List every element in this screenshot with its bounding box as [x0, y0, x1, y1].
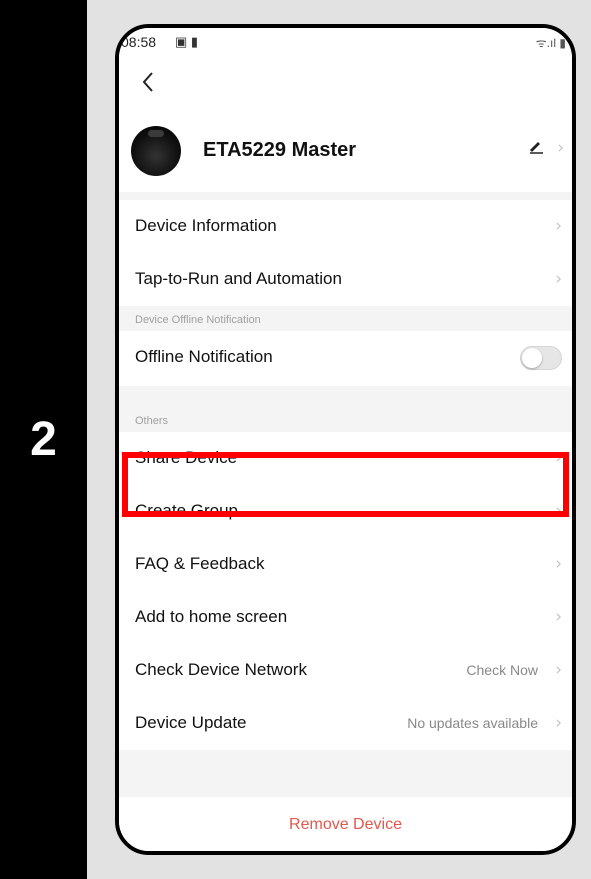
- faq-feedback-label: FAQ & Feedback: [135, 554, 265, 573]
- tap-to-run-row[interactable]: Tap-to-Run and Automation ›: [119, 253, 572, 306]
- faq-feedback-row[interactable]: FAQ & Feedback ›: [119, 538, 572, 591]
- check-network-label: Check Device Network: [135, 660, 307, 679]
- notification-icons: ▣ ▮: [175, 34, 199, 49]
- chevron-right-icon: ›: [555, 216, 562, 236]
- check-network-row[interactable]: Check Device Network Check Now ›: [119, 644, 572, 697]
- device-update-row[interactable]: Device Update No updates available ›: [119, 697, 572, 750]
- device-information-row[interactable]: Device Information ›: [119, 200, 572, 253]
- phone-screen: 08:58 ▣ ▮ ᯤ.ıl ▮ ETA5229 Master › Device…: [119, 28, 572, 851]
- add-home-screen-label: Add to home screen: [135, 607, 288, 626]
- offline-notification-label: Offline Notification: [135, 347, 273, 366]
- top-bar: [119, 62, 572, 116]
- tap-to-run-label: Tap-to-Run and Automation: [135, 269, 342, 288]
- edit-pencil-icon[interactable]: [528, 138, 544, 159]
- chevron-right-icon: ›: [555, 607, 562, 627]
- status-time: 08:58: [121, 34, 157, 50]
- offline-notification-row: Offline Notification: [119, 331, 572, 386]
- offline-notification-toggle[interactable]: [520, 346, 562, 370]
- add-home-screen-row[interactable]: Add to home screen ›: [119, 591, 572, 644]
- phone-frame: 08:58 ▣ ▮ ᯤ.ıl ▮ ETA5229 Master › Device…: [115, 24, 576, 855]
- robot-vacuum-avatar: [131, 126, 181, 176]
- chevron-right-icon: ›: [555, 713, 562, 733]
- step-sidebar: 2: [0, 0, 87, 879]
- toggle-knob: [522, 348, 542, 368]
- update-status-value: No updates available: [407, 715, 538, 731]
- remove-device-button[interactable]: Remove Device: [119, 797, 572, 851]
- device-header[interactable]: ETA5229 Master ›: [119, 116, 572, 192]
- device-name: ETA5229 Master: [203, 139, 357, 161]
- others-section-label: Others: [135, 415, 169, 427]
- back-arrow-icon[interactable]: [141, 70, 167, 100]
- chevron-right-icon: ›: [555, 269, 562, 289]
- device-information-label: Device Information: [135, 216, 277, 235]
- status-bar: 08:58 ▣ ▮ ᯤ.ıl ▮: [119, 28, 572, 62]
- step-number: 2: [30, 413, 57, 466]
- check-now-value: Check Now: [466, 662, 538, 678]
- device-update-label: Device Update: [135, 713, 247, 732]
- signal-battery-icon: ᯤ.ıl ▮: [535, 36, 566, 50]
- chevron-right-icon: ›: [555, 554, 562, 574]
- offline-section-label: Device Offline Notification: [135, 314, 261, 326]
- chevron-right-icon: ›: [557, 138, 564, 158]
- chevron-right-icon: ›: [555, 660, 562, 680]
- share-device-highlight: [122, 452, 569, 517]
